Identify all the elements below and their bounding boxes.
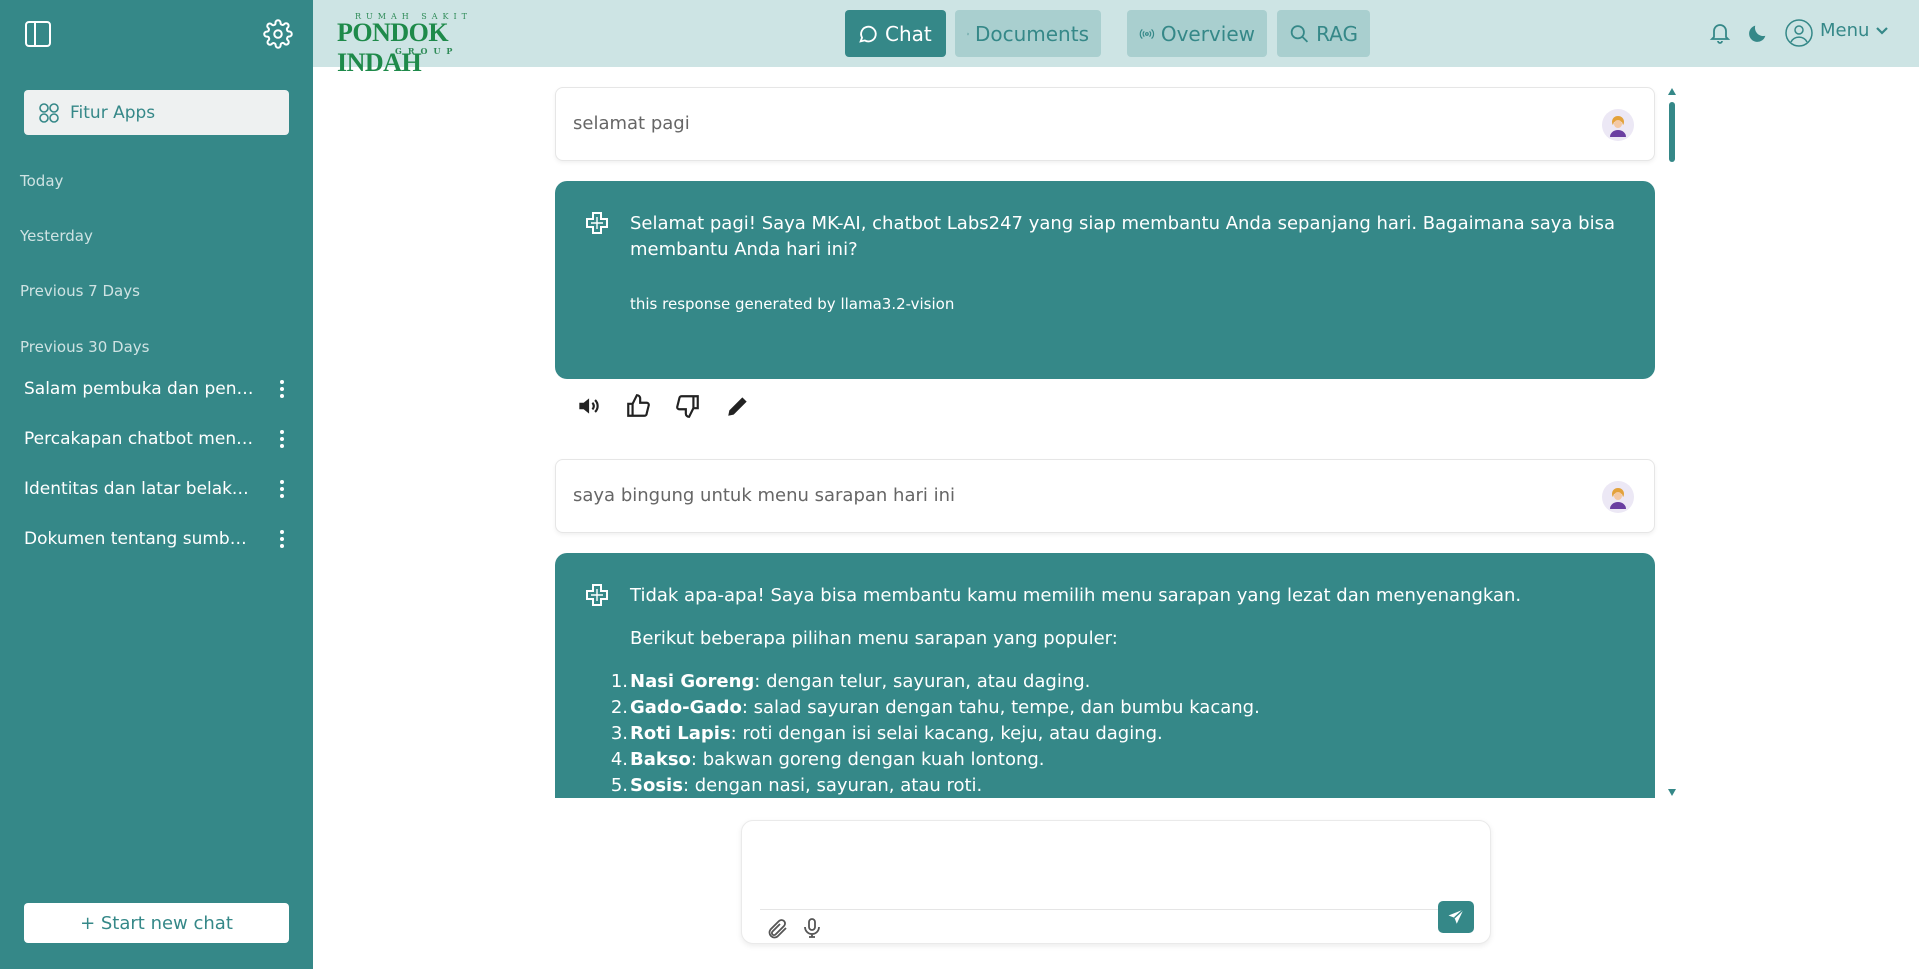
thumbs-down-icon[interactable] (675, 393, 701, 419)
top-header: RUMAH SAKIT PONDOK INDAH GROUP Chat Docu… (313, 0, 1919, 77)
sidebar-toggle-icon[interactable] (24, 20, 52, 48)
user-message-text: selamat pagi (573, 113, 690, 134)
menu-label: Menu (1820, 20, 1870, 41)
user-avatar (1601, 480, 1635, 514)
user-message-text: saya bingung untuk menu sarapan hari ini (573, 485, 956, 506)
nav-rag-tab[interactable]: RAG (1277, 10, 1370, 57)
more-options-icon[interactable] (272, 528, 292, 550)
list-item: 4. Bakso: bakwan goreng dengan kuah lont… (610, 749, 1045, 770)
microphone-icon[interactable] (800, 916, 824, 940)
nav-overview-label: Overview (1160, 21, 1255, 46)
chat-history-label: Salam pembuka dan penawaran bantuan (24, 379, 254, 399)
fitur-apps-button[interactable]: Fitur Apps (24, 90, 289, 135)
chat-history-label: Dokumen tentang sumber informasi (24, 529, 254, 549)
breakfast-menu-list: 1. Nasi Goreng: dengan telur, sayuran, a… (610, 669, 1620, 798)
notification-bell-icon[interactable] (1708, 21, 1732, 45)
nav-documents-tab[interactable]: Documents (955, 10, 1101, 57)
edit-pencil-icon[interactable] (725, 393, 751, 419)
scrollbar-thumb[interactable] (1669, 102, 1675, 162)
section-yesterday: Yesterday (20, 227, 93, 245)
list-item: 1. Nasi Goreng: dengan telur, sayuran, a… (610, 671, 1091, 692)
more-options-icon[interactable] (272, 428, 292, 450)
chat-history-label: Identitas dan latar belakang chatbot (24, 479, 254, 499)
send-arrow-icon (1448, 908, 1465, 924)
more-options-icon[interactable] (272, 478, 292, 500)
composer-divider (760, 909, 1474, 910)
broadcast-icon (1139, 28, 1155, 39)
user-message: selamat pagi (555, 87, 1655, 161)
chat-bubble-icon (859, 25, 877, 43)
scroll-up-arrow[interactable] (1668, 88, 1676, 95)
section-previous-30-days: Previous 30 Days (20, 338, 150, 356)
thumbs-up-icon[interactable] (625, 393, 651, 419)
bot-cross-icon (585, 583, 609, 607)
chat-history-label: Percakapan chatbot menyambut pengguna (24, 429, 254, 449)
message-composer (741, 820, 1491, 944)
bot-message-intro: Tidak apa-apa! Saya bisa membantu kamu m… (630, 585, 1522, 606)
nav-rag-label: RAG (1316, 21, 1358, 46)
search-icon (1290, 24, 1309, 43)
user-avatar-icon[interactable] (1783, 17, 1815, 49)
bot-message: Tidak apa-apa! Saya bisa membantu kamu m… (555, 553, 1655, 798)
message-action-row (575, 393, 751, 423)
section-today: Today (20, 172, 64, 190)
nav-documents-label: Documents (974, 21, 1089, 46)
bot-message: Selamat pagi! Saya MK-AI, chatbot Labs24… (555, 181, 1655, 379)
chat-history-item[interactable]: Dokumen tentang sumber informasi (24, 524, 294, 554)
nav-overview-tab[interactable]: Overview (1127, 10, 1267, 57)
speaker-volume-icon[interactable] (575, 393, 601, 419)
logo-bottom-text: GROUP (395, 46, 459, 56)
chat-history-item[interactable]: Salam pembuka dan penawaran bantuan (24, 374, 294, 404)
bot-cross-icon (585, 211, 609, 235)
more-options-icon[interactable] (272, 378, 292, 400)
pondok-indah-logo: RUMAH SAKIT PONDOK INDAH GROUP (337, 10, 517, 77)
chat-history-item[interactable]: Identitas dan latar belakang chatbot (24, 474, 294, 504)
bot-message-text: Selamat pagi! Saya MK-AI, chatbot Labs24… (630, 213, 1615, 260)
scroll-down-arrow[interactable] (1668, 789, 1676, 796)
apps-grid-icon (39, 102, 59, 123)
menu-dropdown[interactable]: Menu (1820, 20, 1889, 41)
settings-gear-icon[interactable] (263, 19, 293, 49)
user-message: saya bingung untuk menu sarapan hari ini (555, 459, 1655, 533)
bot-message-paragraph: Berikut beberapa pilihan menu sarapan ya… (630, 628, 1118, 649)
chat-history-item[interactable]: Percakapan chatbot menyambut pengguna (24, 424, 294, 454)
attach-paperclip-icon[interactable] (766, 917, 790, 941)
nav-chat-label: Chat (885, 21, 932, 46)
list-item: 2. Gado-Gado: salad sayuran dengan tahu,… (610, 697, 1260, 718)
dark-mode-moon-icon[interactable] (1747, 22, 1769, 44)
document-icon (967, 32, 969, 35)
nav-chat-tab[interactable]: Chat (845, 10, 946, 57)
list-item: 3. Roti Lapis: roti dengan isi selai kac… (610, 723, 1163, 744)
message-input[interactable] (760, 831, 1474, 901)
send-button[interactable] (1438, 901, 1474, 933)
list-item: 5. Sosis: dengan nasi, sayuran, atau rot… (610, 775, 983, 796)
sidebar: Fitur Apps Today Yesterday Previous 7 Da… (0, 0, 313, 969)
user-avatar (1601, 108, 1635, 142)
model-attribution-note: this response generated by llama3.2-visi… (630, 295, 955, 313)
start-new-chat-button[interactable]: + Start new chat (24, 903, 289, 943)
fitur-apps-label: Fitur Apps (70, 102, 156, 123)
section-previous-7-days: Previous 7 Days (20, 282, 140, 300)
chevron-down-icon (1876, 26, 1889, 35)
